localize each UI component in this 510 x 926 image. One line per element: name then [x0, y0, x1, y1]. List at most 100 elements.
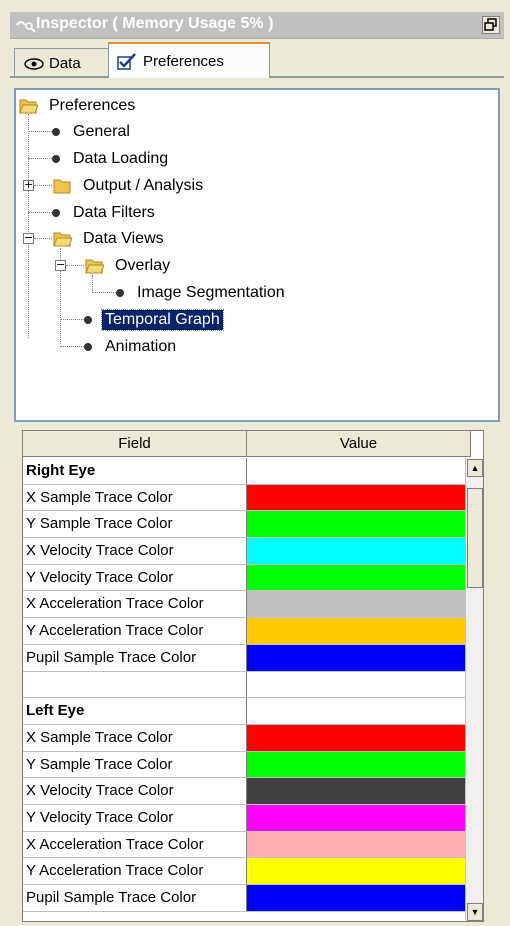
grid-row[interactable]: Y Velocity Trace Color — [23, 564, 483, 592]
tree-node-data-filters[interactable]: Data Filters — [52, 201, 158, 225]
color-swatch[interactable] — [247, 804, 471, 832]
eye-icon — [24, 57, 44, 70]
color-swatch[interactable] — [247, 591, 471, 619]
column-header-field[interactable]: Field — [23, 431, 247, 457]
color-swatch[interactable] — [247, 724, 471, 752]
grid-row[interactable]: X Velocity Trace Color — [23, 538, 483, 565]
tree-node-label: Animation — [105, 338, 177, 355]
field-name: Y Sample Trace Color — [23, 751, 247, 779]
field-name: X Acceleration Trace Color — [23, 591, 247, 619]
grid-row[interactable]: X Velocity Trace Color — [23, 778, 483, 805]
field-name: X Velocity Trace Color — [23, 778, 247, 805]
grid-row[interactable]: Pupil Sample Trace Color — [23, 644, 483, 672]
preferences-tree[interactable]: Preferences General Data Loading + Outpu… — [14, 88, 500, 422]
tree-node-data-loading[interactable]: Data Loading — [52, 147, 171, 171]
inspector-panel: Inspector ( Memory Usage 5% ) Data Prefe… — [10, 12, 504, 922]
eye-scope-icon — [16, 21, 36, 33]
color-swatch[interactable] — [247, 618, 471, 645]
leaf-bullet-icon — [52, 128, 60, 136]
column-header-value[interactable]: Value — [247, 431, 471, 457]
tree-node-data-views[interactable]: Data Views — [52, 227, 167, 251]
color-swatch[interactable] — [247, 644, 471, 672]
tree-node-label: Image Segmentation — [137, 284, 285, 301]
leaf-bullet-icon — [84, 343, 92, 351]
field-name: X Sample Trace Color — [23, 724, 247, 752]
tree-node-general[interactable]: General — [52, 120, 133, 144]
tree-line — [60, 346, 84, 347]
tab-data-label: Data — [49, 55, 81, 72]
section-label: Right Eye — [23, 458, 247, 485]
grid-row[interactable]: X Sample Trace Color — [23, 724, 483, 752]
grid-row[interactable]: X Acceleration Trace Color — [23, 831, 483, 859]
grid-row[interactable] — [23, 671, 483, 699]
restore-window-icon[interactable] — [482, 16, 500, 34]
tree-node-overlay[interactable]: Overlay — [84, 254, 173, 278]
tree-node-label: Data Filters — [73, 204, 155, 221]
field-name: Y Velocity Trace Color — [23, 804, 247, 832]
grid-row[interactable]: Y Velocity Trace Color — [23, 804, 483, 832]
folder-open-icon — [53, 232, 72, 247]
field-name: Y Velocity Trace Color — [23, 564, 247, 592]
scroll-down-icon[interactable]: ▼ — [467, 903, 483, 921]
tree-node-output-analysis[interactable]: Output / Analysis — [52, 174, 206, 198]
scrollbar-thumb[interactable] — [467, 488, 483, 588]
color-swatch[interactable] — [247, 511, 471, 539]
tree-node-label: Preferences — [49, 97, 136, 114]
color-swatch[interactable] — [247, 778, 471, 805]
color-swatch[interactable] — [247, 831, 471, 859]
color-swatch[interactable] — [247, 538, 471, 565]
tab-preferences-label: Preferences — [143, 52, 224, 70]
field-name: Y Sample Trace Color — [23, 511, 247, 539]
tree-line — [60, 319, 84, 320]
field-name: Y Acceleration Trace Color — [23, 618, 247, 645]
folder-icon — [53, 179, 71, 194]
field-name: Pupil Sample Trace Color — [23, 885, 247, 912]
tree-line — [92, 292, 116, 293]
leaf-bullet-icon — [116, 289, 124, 297]
tree-node-image-segmentation[interactable]: Image Segmentation — [116, 281, 288, 305]
grid-row[interactable]: Pupil Sample Trace Color — [23, 885, 483, 912]
grid-row[interactable]: Y Acceleration Trace Color — [23, 858, 483, 885]
color-swatch[interactable] — [247, 858, 471, 885]
leaf-bullet-icon — [52, 209, 60, 217]
grid-section-row[interactable]: Left Eye — [23, 698, 483, 725]
tab-data[interactable]: Data — [14, 48, 110, 78]
grid-row[interactable]: X Sample Trace Color — [23, 484, 483, 512]
tree-node-label-selected: Temporal Graph — [101, 309, 224, 331]
grid-row[interactable]: X Acceleration Trace Color — [23, 591, 483, 619]
grid-row[interactable]: Y Acceleration Trace Color — [23, 618, 483, 645]
grid-header: Field Value — [23, 431, 471, 457]
folder-open-icon — [85, 259, 104, 274]
tree-line — [34, 238, 52, 239]
property-grid: Field Value Right Eye X Sample Trace Colo… — [22, 430, 484, 922]
tree-line — [28, 131, 52, 132]
field-name: Pupil Sample Trace Color — [23, 644, 247, 672]
tree-node-temporal-graph[interactable]: Temporal Graph — [84, 308, 224, 332]
grid-section-row[interactable]: Right Eye — [23, 458, 483, 485]
value-cell[interactable] — [247, 458, 471, 485]
color-swatch[interactable] — [247, 885, 471, 912]
vertical-scrollbar[interactable]: ▲ ▼ — [465, 458, 483, 921]
tree-node-preferences[interactable]: Preferences — [18, 94, 138, 118]
collapse-minus-icon[interactable]: − — [23, 232, 34, 244]
expand-plus-icon[interactable]: + — [23, 179, 34, 191]
scroll-up-icon[interactable]: ▲ — [467, 459, 483, 477]
tab-preferences[interactable]: Preferences — [108, 42, 270, 78]
grid-rows: Right Eye X Sample Trace Color Y Sample Tr… — [23, 458, 483, 912]
field-name: Y Acceleration Trace Color — [23, 858, 247, 885]
color-swatch[interactable] — [247, 564, 471, 592]
color-swatch[interactable] — [247, 484, 471, 512]
value-cell[interactable] — [247, 671, 471, 699]
color-swatch[interactable] — [247, 751, 471, 779]
tree-node-label: Data Loading — [73, 150, 169, 167]
value-cell[interactable] — [247, 698, 471, 725]
tree-node-label: Data Views — [83, 230, 164, 247]
tree-node-animation[interactable]: Animation — [84, 335, 179, 359]
grid-row[interactable]: Y Sample Trace Color — [23, 751, 483, 779]
leaf-bullet-icon — [52, 155, 60, 163]
grid-row[interactable]: Y Sample Trace Color — [23, 511, 483, 539]
tree-node-label: Output / Analysis — [83, 177, 204, 194]
collapse-minus-icon[interactable]: − — [55, 259, 66, 271]
tree-line — [66, 265, 84, 266]
field-name — [23, 671, 247, 699]
